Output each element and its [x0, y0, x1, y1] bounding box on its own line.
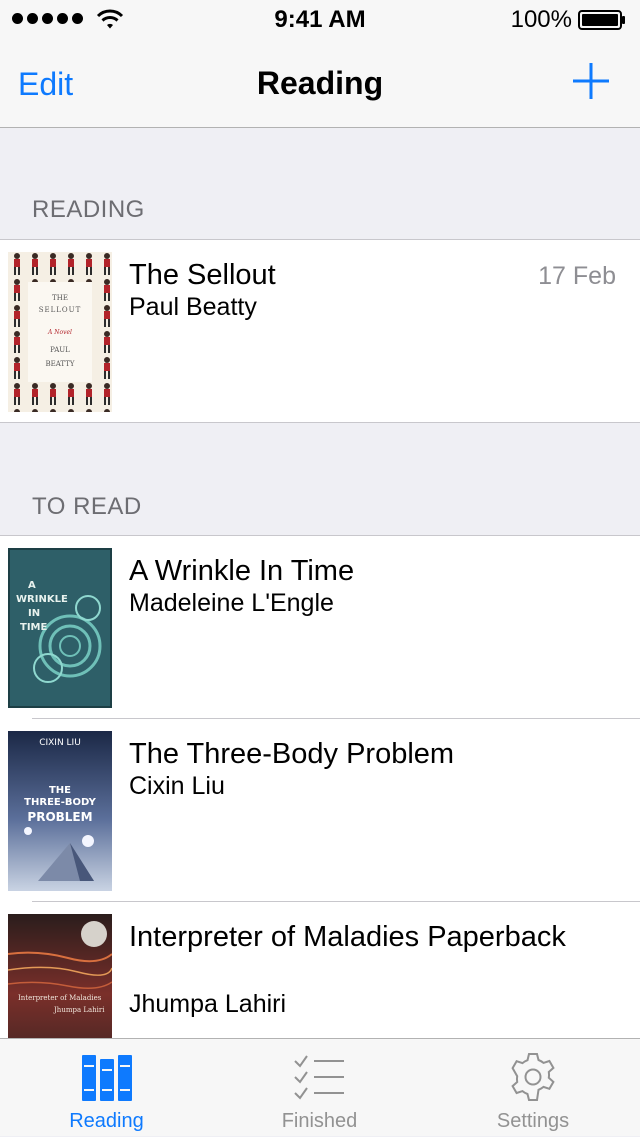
svg-text:TIME: TIME	[20, 622, 47, 633]
svg-text:Jhumpa Lahiri: Jhumpa Lahiri	[53, 1006, 105, 1014]
reading-list: THE SELLOUT A Novel PAUL BEATTY The Sell…	[0, 239, 640, 423]
tab-label: Reading	[69, 1110, 144, 1132]
cover-art: THE SELLOUT A Novel PAUL BEATTY	[8, 252, 112, 412]
checklist-icon	[293, 1055, 344, 1100]
section-title: TO READ	[32, 493, 142, 520]
svg-text:A Novel: A Novel	[47, 329, 72, 336]
battery-percentage: 100%	[510, 6, 572, 33]
books-icon	[81, 1055, 132, 1101]
svg-text:PROBLEM: PROBLEM	[27, 810, 92, 824]
svg-text:BEATTY: BEATTY	[45, 360, 74, 368]
book-author: Jhumpa Lahiri	[129, 990, 287, 1018]
book-row-the-three-body-problem[interactable]: CIXIN LIU THE THREE-BODY PROBLEM The Thr…	[0, 718, 640, 902]
add-book-button[interactable]	[572, 62, 610, 100]
svg-text:THE: THE	[52, 294, 68, 302]
book-author: Paul Beatty	[129, 293, 257, 321]
svg-text:SELLOUT: SELLOUT	[39, 306, 82, 314]
tab-reading[interactable]: Reading	[0, 1039, 213, 1137]
svg-text:THE: THE	[49, 785, 71, 796]
section-header-reading: READING	[0, 128, 640, 238]
svg-text:IN: IN	[28, 608, 40, 619]
book-cover: A WRINKLE IN TIME	[8, 548, 112, 708]
svg-text:WRINKLE: WRINKLE	[16, 594, 68, 605]
gear-icon	[511, 1053, 555, 1101]
book-title: The Three-Body Problem	[129, 738, 455, 770]
svg-text:Interpreter of Maladies: Interpreter of Maladies	[18, 994, 102, 1002]
book-row-a-wrinkle-in-time[interactable]: A WRINKLE IN TIME A Wrinkle In Time Made…	[0, 536, 640, 719]
svg-text:A: A	[28, 580, 36, 591]
tab-finished[interactable]: Finished	[213, 1039, 426, 1137]
page-title: Reading	[256, 65, 384, 101]
tab-label: Finished	[281, 1110, 358, 1132]
status-bar: 9:41 AM 100%	[0, 0, 640, 40]
book-row-the-sellout[interactable]: THE SELLOUT A Novel PAUL BEATTY The Sell…	[0, 240, 640, 423]
section-header-to-read: TO READ	[0, 423, 640, 535]
tab-settings[interactable]: Settings	[426, 1039, 640, 1137]
svg-text:THREE-BODY: THREE-BODY	[24, 797, 96, 808]
cover-art: A WRINKLE IN TIME	[8, 548, 112, 708]
book-cover: THE SELLOUT A Novel PAUL BEATTY	[8, 252, 112, 412]
section-title: READING	[32, 196, 145, 223]
book-cover: CIXIN LIU THE THREE-BODY PROBLEM	[8, 731, 112, 891]
tab-bar: Reading Finished Settings	[0, 1038, 640, 1136]
book-title: Interpreter of Maladies Paperback	[129, 921, 566, 953]
svg-text:PAUL: PAUL	[50, 346, 70, 354]
book-title: A Wrinkle In Time	[129, 555, 355, 587]
book-start-date: 17 Feb	[538, 262, 616, 290]
plus-icon	[573, 63, 609, 99]
book-author: Cixin Liu	[129, 772, 225, 800]
to-read-list: A WRINKLE IN TIME A Wrinkle In Time Made…	[0, 535, 640, 1095]
book-author: Madeleine L'Engle	[129, 589, 334, 617]
svg-text:CIXIN LIU: CIXIN LIU	[39, 738, 81, 748]
battery-icon	[578, 10, 625, 30]
cover-art: CIXIN LIU THE THREE-BODY PROBLEM	[8, 731, 112, 891]
tab-label: Settings	[496, 1110, 570, 1132]
navigation-bar: Edit Reading	[0, 40, 640, 128]
